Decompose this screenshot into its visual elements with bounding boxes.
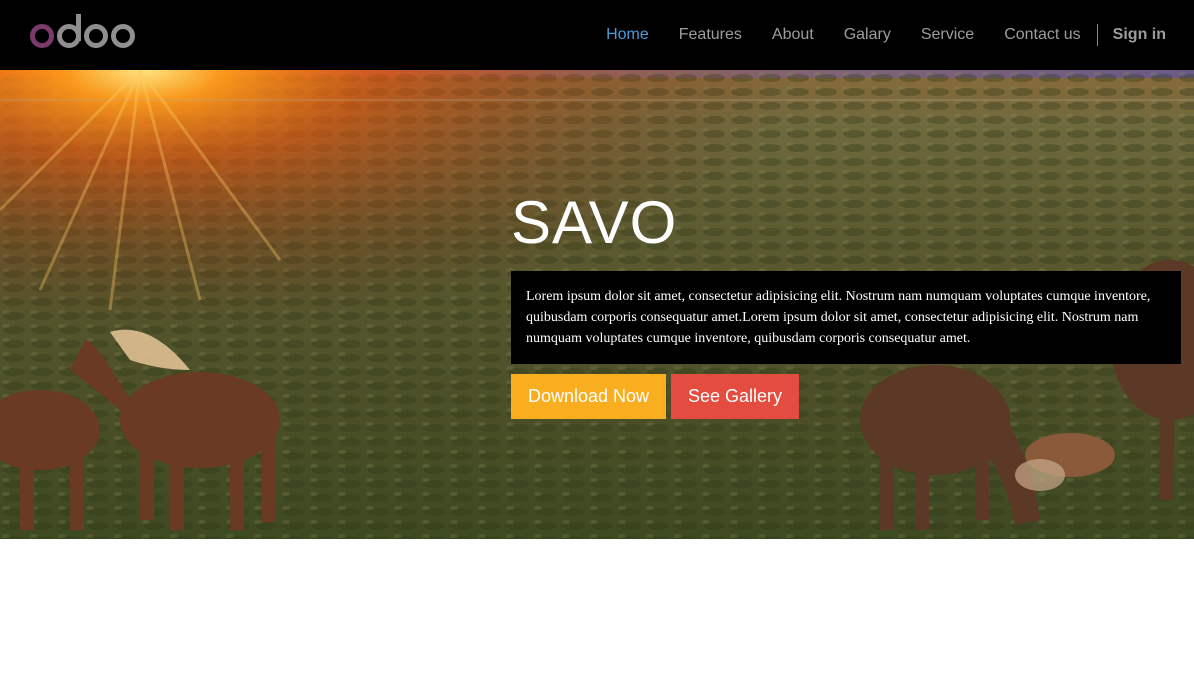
main-nav: Home Features About Galary Service Conta… xyxy=(591,0,1166,70)
odoo-logo[interactable] xyxy=(30,12,138,54)
nav-galary[interactable]: Galary xyxy=(829,26,906,44)
nav-service[interactable]: Service xyxy=(906,26,989,44)
sign-in-link[interactable]: Sign in xyxy=(1098,26,1166,44)
download-now-button[interactable]: Download Now xyxy=(511,374,666,419)
hero-banner: SAVO Lorem ipsum dolor sit amet, consect… xyxy=(0,70,1194,539)
nav-contact-us[interactable]: Contact us xyxy=(989,26,1095,44)
top-navbar: Home Features About Galary Service Conta… xyxy=(0,0,1194,70)
hero-description: Lorem ipsum dolor sit amet, consectetur … xyxy=(511,271,1181,364)
see-gallery-button[interactable]: See Gallery xyxy=(671,374,799,419)
nav-home[interactable]: Home xyxy=(591,26,664,44)
nav-about[interactable]: About xyxy=(757,26,829,44)
hero-title: SAVO xyxy=(511,189,678,256)
nav-features[interactable]: Features xyxy=(664,26,757,44)
